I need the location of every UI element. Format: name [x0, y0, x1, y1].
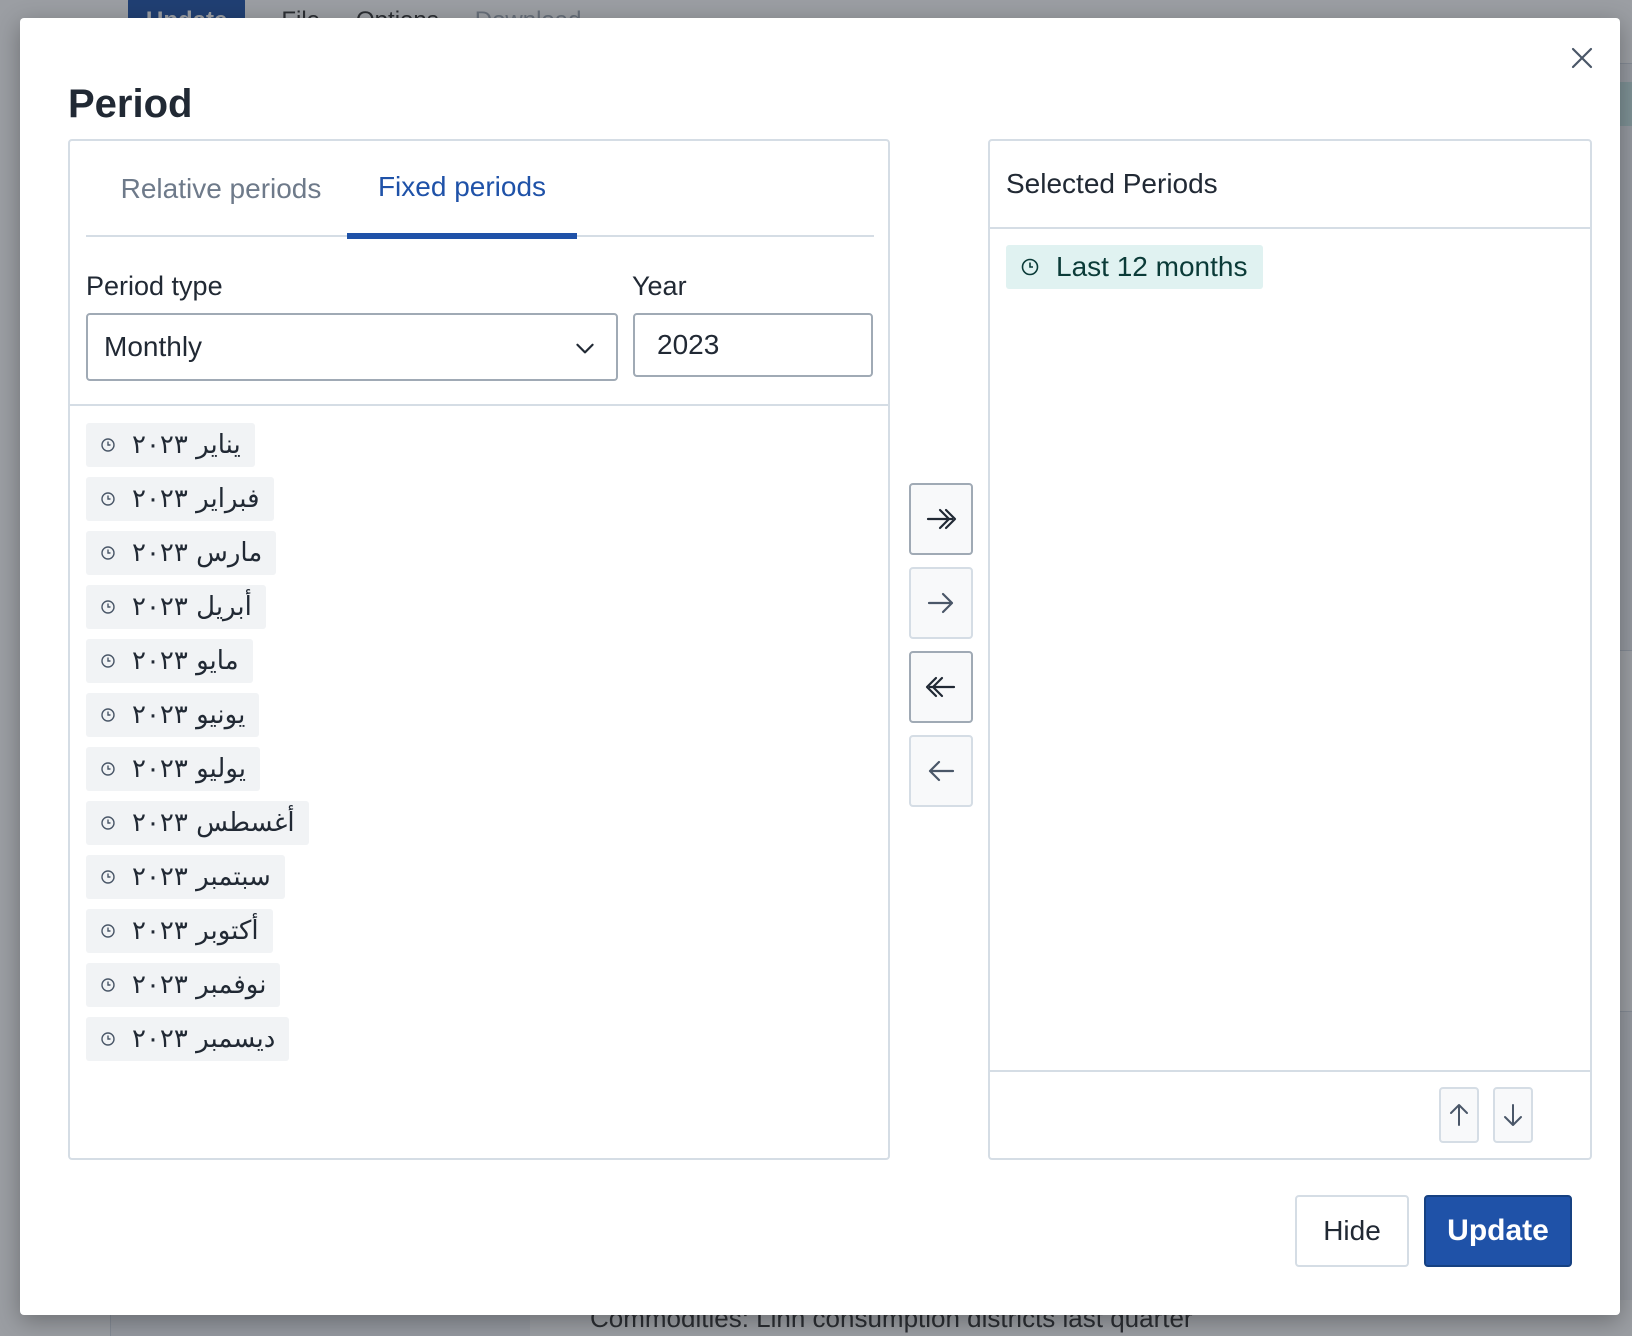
period-type-label: Period type [86, 271, 223, 301]
period-item-label: يناير ٢٠٢٣ [132, 430, 241, 460]
close-icon [1571, 47, 1593, 69]
tab-relative-periods[interactable]: Relative periods [102, 141, 340, 237]
close-button[interactable] [1564, 40, 1600, 76]
period-item-may[interactable]: مايو ٢٠٢٣ [86, 639, 253, 683]
period-item-november[interactable]: نوفمبر ٢٠٢٣ [86, 963, 281, 1007]
clock-icon [101, 816, 115, 830]
period-item-april[interactable]: أبريل ٢٠٢٣ [86, 585, 266, 629]
clock-icon [101, 492, 115, 506]
deselect-all-button[interactable] [909, 651, 973, 723]
period-item-july[interactable]: يوليو ٢٠٢٣ [86, 747, 260, 791]
clock-icon [101, 546, 115, 560]
period-item-march[interactable]: مارس ٢٠٢٣ [86, 531, 277, 575]
period-item-label: أبريل ٢٠٢٣ [132, 592, 252, 622]
select-all-button[interactable] [909, 483, 973, 555]
period-item-label: يونيو ٢٠٢٣ [132, 700, 246, 730]
period-item-label: مارس ٢٠٢٣ [132, 538, 263, 568]
period-tabs: Relative periods Fixed periods [86, 141, 874, 239]
period-item-label: فبراير ٢٠٢٣ [132, 484, 260, 514]
period-item-label: نوفمبر ٢٠٢٣ [132, 970, 267, 1000]
clock-icon [101, 1032, 115, 1046]
clock-icon [101, 654, 115, 668]
selected-item-last-12-months[interactable]: Last 12 months [1006, 245, 1264, 289]
double-arrow-left-icon [925, 676, 956, 698]
period-item-label: يوليو ٢٠٢٣ [132, 754, 246, 784]
year-label: Year [632, 271, 687, 301]
double-arrow-right-icon [926, 508, 957, 530]
hide-button[interactable]: Hide [1295, 1195, 1409, 1267]
period-item-june[interactable]: يونيو ٢٠٢٣ [86, 693, 260, 737]
modal-title: Period [68, 82, 193, 126]
clock-icon [1021, 258, 1039, 276]
period-item-december[interactable]: ديسمبر ٢٠٢٣ [86, 1017, 290, 1061]
year-input[interactable] [633, 313, 873, 377]
period-item-august[interactable]: أغسطس ٢٠٢٣ [86, 801, 309, 845]
tab-fixed-periods[interactable]: Fixed periods [347, 141, 577, 239]
available-periods-panel: Relative periods Fixed periods Period ty… [68, 139, 890, 1160]
period-item-label: سبتمبر ٢٠٢٣ [132, 862, 271, 892]
period-modal: Period Relative periods Fixed periods Pe… [20, 18, 1620, 1315]
arrow-up-icon [1450, 1104, 1468, 1126]
clock-icon [101, 708, 115, 722]
chevron-down-icon [576, 343, 594, 354]
period-item-october[interactable]: أكتوبر ٢٠٢٣ [86, 909, 273, 953]
arrow-down-icon [1504, 1104, 1522, 1126]
period-item-february[interactable]: فبراير ٢٠٢٣ [86, 477, 274, 521]
period-item-label: ديسمبر ٢٠٢٣ [132, 1024, 276, 1054]
period-item-label: مايو ٢٠٢٣ [132, 646, 239, 676]
period-type-select[interactable]: Monthly [86, 313, 618, 381]
update-button[interactable]: Update [1424, 1195, 1572, 1267]
selected-panel-footer-divider [990, 1070, 1590, 1072]
clock-icon [101, 924, 115, 938]
move-up-button[interactable] [1439, 1087, 1479, 1143]
available-periods-list: يناير ٢٠٢٣ فبراير ٢٠٢٣ مارس ٢٠٢٣ أبريل ٢… [86, 423, 866, 1071]
selected-periods-panel: Selected Periods Last 12 months [988, 139, 1592, 1160]
clock-icon [101, 438, 115, 452]
select-one-button[interactable] [909, 567, 973, 639]
move-down-button[interactable] [1493, 1087, 1533, 1143]
period-item-label: أغسطس ٢٠٢٣ [132, 808, 295, 838]
period-item-september[interactable]: سبتمبر ٢٠٢٣ [86, 855, 285, 899]
list-divider [70, 404, 888, 406]
deselect-one-button[interactable] [909, 735, 973, 807]
clock-icon [101, 870, 115, 884]
clock-icon [101, 978, 115, 992]
period-item-january[interactable]: يناير ٢٠٢٣ [86, 423, 255, 467]
period-type-value: Monthly [104, 331, 203, 362]
clock-icon [101, 762, 115, 776]
clock-icon [101, 600, 115, 614]
arrow-right-icon [927, 592, 954, 614]
selected-periods-title: Selected Periods [990, 141, 1590, 229]
arrow-left-icon [928, 760, 955, 782]
selected-item-label: Last 12 months [1056, 251, 1248, 282]
period-item-label: أكتوبر ٢٠٢٣ [132, 916, 259, 946]
